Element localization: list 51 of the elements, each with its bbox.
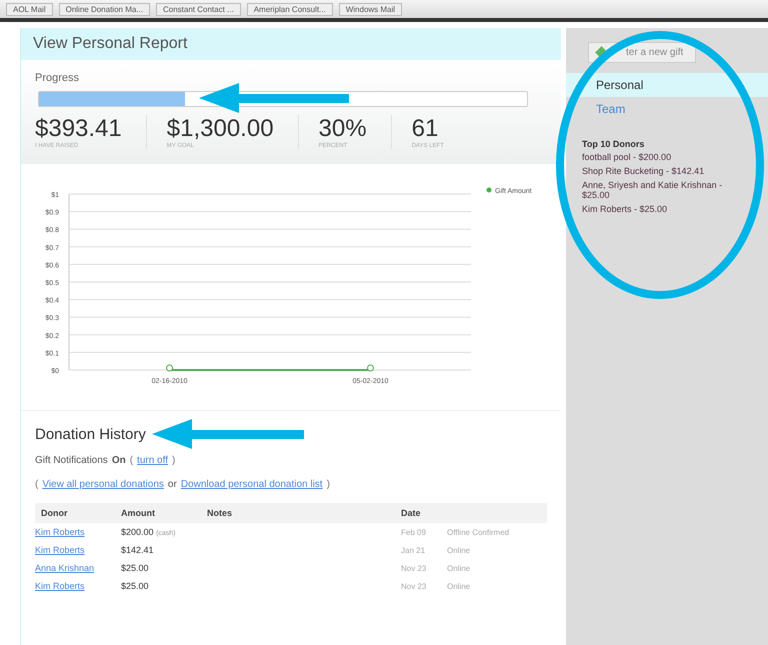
donor-link[interactable]: Kim Roberts	[35, 527, 85, 537]
donor-link[interactable]: Kim Roberts	[35, 545, 85, 555]
or-text: or	[168, 479, 177, 490]
amount-cell: $25.00	[121, 581, 149, 591]
parenthesis: (	[35, 479, 38, 490]
stat-value: 61	[412, 115, 440, 142]
page-title: View Personal Report	[33, 35, 188, 52]
donor-link[interactable]: Kim Roberts	[35, 581, 85, 591]
turn-off-link[interactable]: turn off	[137, 455, 168, 466]
status-cell-text: Online	[447, 546, 472, 554]
data-point	[367, 364, 374, 372]
amount-cell: $25.00	[121, 563, 149, 573]
parenthesis: (	[130, 455, 134, 466]
sidebar-item[interactable]: Personal	[566, 73, 768, 97]
status-cell-text: Online	[447, 564, 472, 572]
parenthesis: )	[326, 479, 330, 490]
top-donors-title: Top 10 Donors	[582, 139, 646, 149]
amount-cell: $142.41	[121, 545, 154, 555]
download-link[interactable]: Download personal donation list	[180, 479, 323, 490]
column-header: Date	[401, 508, 422, 518]
taskbar-tab[interactable]: Constant Contact ...	[156, 2, 241, 16]
top-donor-entry: Anne, Sriyesh and Katie Krishnan - $25.00	[582, 180, 724, 200]
taskbar-tab[interactable]: Online Donation Ma...	[58, 2, 150, 16]
date-cell-text: Nov 23	[401, 564, 428, 572]
notifications-label: Gift Notifications	[35, 455, 108, 466]
status-cell-text: Online	[447, 582, 472, 590]
taskbar-tab[interactable]: Windows Mail	[338, 2, 402, 16]
date-cell-text: Jan 21	[401, 546, 426, 554]
stat-value: $393.41	[35, 115, 122, 142]
column-header: Amount	[121, 508, 156, 518]
column-header: Notes	[207, 508, 234, 518]
stat-value: $1,300.00	[166, 115, 274, 142]
parenthesis: )	[172, 455, 176, 466]
date-cell-text: Feb 09	[401, 528, 427, 536]
view-all-link[interactable]: View all personal donations	[42, 479, 164, 490]
donor-link[interactable]: Anna Krishnan	[35, 563, 94, 573]
column-header: Donor	[41, 508, 68, 518]
data-point	[166, 364, 173, 372]
top-donor-entry: football pool - $200.00	[582, 152, 672, 162]
amount-cell: $200.00	[121, 527, 154, 537]
taskbar-tab[interactable]: Ameriplan Consult...	[246, 2, 333, 16]
section-title: Donation History	[35, 426, 146, 442]
status-cell-text: Offline Confirmed	[447, 528, 510, 536]
progress-label: Progress	[35, 72, 80, 84]
taskbar-tab[interactable]: AOL Mail	[6, 2, 53, 16]
notifications-state: On	[112, 455, 126, 466]
top-donor-entry: Shop Rite Bucketing - $142.41	[582, 166, 706, 176]
top-donor-entry: Kim Roberts - $25.00	[582, 204, 668, 214]
sidebar-item[interactable]: Team	[566, 97, 768, 121]
stat-value: 30%	[318, 115, 367, 142]
date-cell-text: Nov 23	[401, 582, 428, 590]
